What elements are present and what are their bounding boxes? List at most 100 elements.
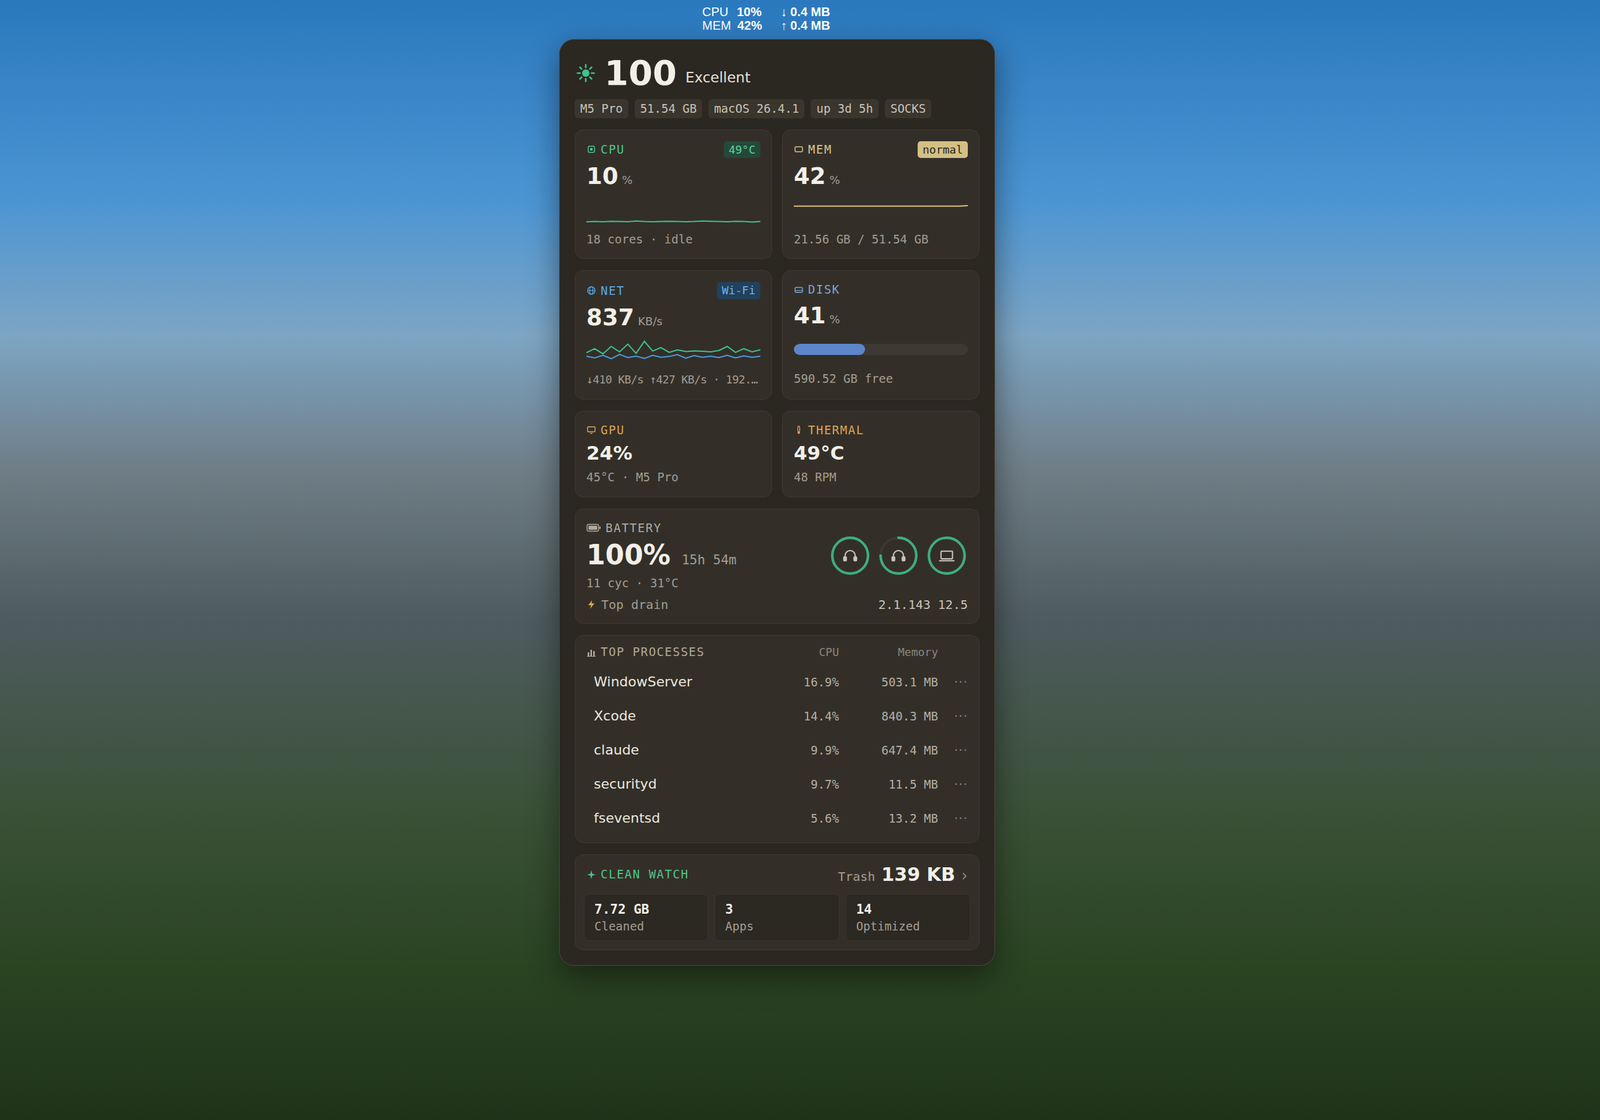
trash-button[interactable]: Trash139 KB› [837,863,968,885]
device-batteries [829,534,968,577]
gpu-value: 24% [586,442,761,465]
process-row[interactable]: securityd9.7%11.5 MB··· [582,766,972,801]
system-chip: M5 Pro [574,99,629,119]
menu-bar: CPU10%MEM42%↓ 0.4 MB↑ 0.4 MB [0,0,1600,40]
mem-card: MEM normal 42% 21.56 GB / 51.54 GB [782,129,980,260]
net-chart [586,337,761,366]
mem-value: 42 [793,164,827,190]
menu-up: ↑ 0.4 MB [780,18,831,33]
system-chip: SOCKS [884,99,932,119]
process-memory: 13.2 MB [839,811,939,825]
process-more-button[interactable]: ··· [938,810,968,826]
process-cpu: 9.9% [770,743,840,757]
process-more-button[interactable]: ··· [938,742,968,758]
battery-remaining: 15h 54m [681,552,737,568]
menu-mem-value: 42% [737,18,763,33]
disk-detail: 590.52 GB free [793,370,968,387]
disk-label: DISK [793,281,841,298]
chip-icon [586,144,597,155]
clean-watch: CLEAN WATCHTrash139 KB›7.72 GBCleaned3Ap… [574,853,980,950]
process-memory: 503.1 MB [839,674,939,689]
bar-chart-icon [586,647,597,657]
device-battery-level [832,537,869,574]
battery-label: BATTERY [586,520,737,536]
device-battery-ring[interactable] [829,534,872,577]
disk-value: 41 [793,303,827,329]
device-battery-level [880,537,917,574]
thermometer-icon [793,424,804,435]
stat-label: Cleaned [594,918,698,933]
cpu-label: CPU [586,141,625,158]
top-drain-value: 2.1.143 12.5 [878,596,969,612]
process-name: securityd [593,775,771,792]
processes-header: TOP PROCESSESCPUMemory [582,643,972,665]
headphones-icon [892,550,906,561]
gpu-label: GPU [586,422,761,438]
mem-pressure-badge: normal [917,141,968,158]
device-battery-level [928,537,965,574]
battery-percent: 100% [586,539,671,570]
thermal-card: THERMAL49°C48 RPM [782,410,980,498]
disk-unit: % [829,312,841,326]
gpu-detail: 45°C · M5 Pro [586,469,761,486]
headphones-icon [843,550,857,561]
sparkle-icon [586,869,597,880]
column-header[interactable]: Memory [839,645,939,659]
process-more-button[interactable]: ··· [938,674,968,690]
battery-card: BATTERY100%15h 54m11 cyc · 31°C Top drai… [574,508,980,625]
menu-cpu-label: CPU [702,4,731,19]
column-header[interactable]: CPU [770,645,840,659]
mem-detail: 21.56 GB / 51.54 GB [793,231,968,248]
process-row[interactable]: claude9.9%647.4 MB··· [582,732,972,767]
thermal-value: 49°C [793,442,968,465]
battery-detail: 11 cyc · 31°C [586,575,737,592]
menu-bar-stats[interactable]: CPU10%MEM42%↓ 0.4 MB↑ 0.4 MB [702,4,831,40]
device-battery-ring[interactable] [877,534,920,577]
stat-label: Apps [725,918,829,933]
system-chip: up 3d 5h [810,99,879,119]
mem-unit: % [829,173,841,187]
metrics-grid: CPU49°C10%18 cores · idle MEMnormal42%21… [574,129,980,498]
laptop-icon [939,551,955,561]
menu-cpu-value: 10% [736,4,762,19]
process-cpu: 14.4% [770,708,840,723]
device-battery-ring[interactable] [925,534,968,577]
mem-chart [793,196,968,226]
cpu-line [586,220,761,222]
process-more-button[interactable]: ··· [938,776,968,792]
mem-label: MEM [793,141,833,158]
clean-watch-title: CLEAN WATCH [586,866,689,882]
process-memory: 840.3 MB [839,708,939,723]
net-card: NETWi-Fi837KB/s↓410 KB/s ↑427 KB/s · 192… [574,269,773,399]
disk-card: DISK 41% 590.52 GB free [782,269,980,399]
trash-size: 139 KB [881,863,955,885]
clean-stat: 3Apps [714,893,840,941]
trash-label: Trash [837,868,875,884]
memory-icon [793,144,804,155]
process-name: Xcode [593,707,771,724]
system-chips: M5 Pro51.54 GBmacOS 26.4.1up 3d 5hSOCKS [574,99,980,119]
top-processes: TOP PROCESSESCPUMemoryWindowServer16.9%5… [574,634,980,843]
stats-panel: 100 Excellent M5 Pro51.54 GBmacOS 26.4.1up… [559,39,996,966]
clean-stat: 14Optimized [845,893,971,941]
process-more-button[interactable]: ··· [938,708,968,724]
menu-mem-label: MEM [702,18,732,33]
cpu-temp-badge: 49°C [723,141,761,158]
process-row[interactable]: Xcode14.4%840.3 MB··· [582,698,972,733]
process-cpu: 16.9% [770,674,840,689]
net-unit: KB/s [637,314,663,328]
health-score: 100 [604,55,677,91]
bolt-icon [586,599,597,610]
process-name: WindowServer [593,673,771,690]
net-detail: ↓410 KB/s ↑427 KB/s · 192.… [586,372,761,387]
health-label: Excellent [685,60,751,86]
net-label: NET [586,282,625,299]
net-up-line [586,354,761,360]
stat-label: Optimized [856,918,960,933]
process-memory: 11.5 MB [839,777,939,791]
process-row[interactable]: WindowServer16.9%503.1 MB··· [582,664,972,699]
thermal-detail: 48 RPM [793,469,968,486]
process-row[interactable]: fseventsd5.6%13.2 MB··· [582,800,972,835]
battery-icon [586,523,602,532]
process-name: claude [593,741,771,758]
